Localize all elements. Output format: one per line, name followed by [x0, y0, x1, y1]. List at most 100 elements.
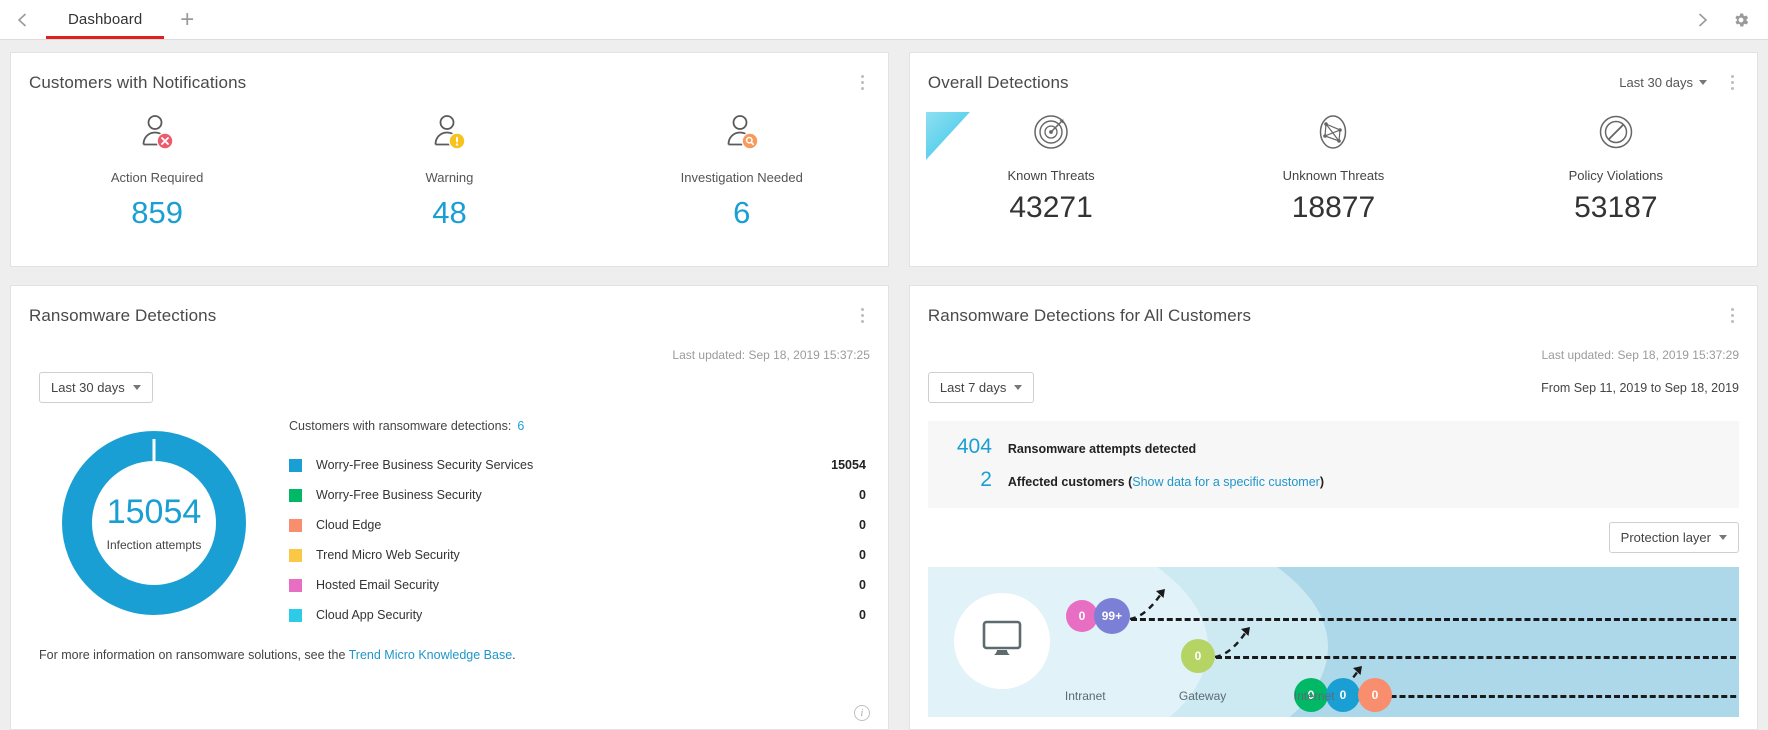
zone-label-gateway: Gateway	[1179, 689, 1226, 703]
all-customers-header-actions	[1725, 306, 1739, 324]
route-arrow-top	[1128, 587, 1174, 632]
all-customers-date-range: From Sep 11, 2019 to Sep 18, 2019	[1541, 381, 1739, 395]
add-tab-button[interactable]: +	[164, 0, 210, 39]
detection-bubble[interactable]: 99+	[1094, 598, 1130, 634]
back-nav-button[interactable]	[0, 0, 46, 39]
protection-layer-dropdown[interactable]: Protection layer	[1609, 522, 1739, 553]
chevron-down-icon	[1719, 535, 1727, 540]
summary-affected-text: Affected customers (	[1008, 475, 1132, 489]
dashboard-row-2: Ransomware Detections Last updated: Sep …	[10, 285, 1758, 730]
detection-bubble[interactable]: 0	[1358, 678, 1392, 712]
ransomware-more-menu-icon[interactable]	[856, 306, 870, 324]
notifications-more-menu-icon[interactable]	[856, 73, 870, 91]
legend-item-label: Cloud App Security	[316, 608, 422, 622]
detection-bubble[interactable]: 0	[1181, 639, 1215, 673]
detection-bubble-value: 99+	[1102, 609, 1122, 623]
legend-item-value: 0	[859, 518, 870, 532]
metric-warning-value: 48	[432, 195, 466, 231]
user-warning-icon	[427, 111, 471, 160]
legend-item[interactable]: Trend Micro Web Security 0	[289, 540, 870, 570]
overall-header-actions: Last 30 days	[1619, 73, 1739, 91]
ransomware-header-actions	[856, 306, 870, 324]
tab-dashboard-label: Dashboard	[68, 11, 142, 28]
legend-color-swatch	[289, 489, 302, 502]
donut-chart[interactable]: 15054 Infection attempts	[56, 425, 252, 621]
customers-with-detections-count: 6	[517, 419, 524, 433]
overall-metrics: Known Threats 43271	[910, 111, 1757, 225]
legend-color-swatch	[289, 579, 302, 592]
legend-item-value: 0	[859, 548, 870, 562]
donut-center-labels: 15054 Infection attempts	[56, 425, 252, 621]
legend-item-label: Hosted Email Security	[316, 578, 439, 592]
detection-bubble-value: 0	[1372, 688, 1379, 702]
gear-icon[interactable]	[1732, 11, 1750, 29]
overall-range-dropdown[interactable]: Last 30 days	[1619, 75, 1707, 90]
summary-attempts-value: 404	[946, 435, 992, 459]
dashboard-board: Customers with Notifications	[0, 40, 1768, 730]
ransomware-footer-text: For more information on ransomware solut…	[11, 630, 888, 662]
metric-unknown-threats[interactable]: Unknown Threats 18877	[1192, 111, 1474, 225]
overall-range-label: Last 30 days	[1619, 75, 1693, 90]
topbar-actions	[1694, 0, 1768, 39]
legend-item-label: Cloud Edge	[316, 518, 381, 532]
ransomware-card-header: Ransomware Detections	[11, 286, 888, 326]
legend-item[interactable]: Worry-Free Business Security Services 15…	[289, 450, 870, 480]
legend-item[interactable]: Worry-Free Business Security 0	[289, 480, 870, 510]
page-title-ransomware-all-customers: Ransomware Detections for All Customers	[928, 306, 1251, 326]
page-title-ransomware-detections: Ransomware Detections	[29, 306, 216, 326]
detection-bubble-value: 0	[1340, 688, 1347, 702]
legend-item-label: Worry-Free Business Security Services	[316, 458, 533, 472]
topbar-spacer	[210, 0, 1694, 39]
show-data-for-specific-customer-link[interactable]: Show data for a specific customer	[1132, 475, 1320, 489]
legend-item-value: 0	[859, 578, 870, 592]
legend-item[interactable]: Cloud Edge 0	[289, 510, 870, 540]
no-entry-icon	[1595, 111, 1637, 158]
ransomware-range-label: Last 30 days	[51, 380, 125, 395]
metric-unknown-threats-value: 18877	[1292, 191, 1375, 225]
ransomware-range-control: Last 30 days	[11, 362, 888, 403]
ransomware-range-dropdown[interactable]: Last 30 days	[39, 372, 153, 403]
desktop-monitor-icon	[978, 617, 1026, 666]
detection-bubble-value: 0	[1195, 649, 1202, 663]
legend-item-value: 0	[859, 488, 870, 502]
tab-strip: Dashboard +	[46, 0, 210, 39]
all-customers-controls: Last 7 days From Sep 11, 2019 to Sep 18,…	[910, 362, 1757, 403]
all-customers-last-updated: Last updated: Sep 18, 2019 15:37:29	[910, 326, 1757, 362]
all-customers-range-dropdown[interactable]: Last 7 days	[928, 372, 1035, 403]
overall-card-header: Overall Detections Last 30 days	[910, 53, 1757, 93]
all-customers-more-menu-icon[interactable]	[1725, 306, 1739, 324]
forward-nav-button[interactable]	[1694, 12, 1710, 28]
metric-investigation-needed-value: 6	[733, 195, 750, 231]
metric-policy-violations[interactable]: Policy Violations 53187	[1475, 111, 1757, 225]
route-arrow-mid	[1213, 625, 1259, 670]
chevron-down-icon	[1699, 80, 1707, 85]
info-icon[interactable]: i	[854, 705, 870, 721]
legend-item[interactable]: Hosted Email Security 0	[289, 570, 870, 600]
summary-affected: 2 Affected customers (Show data for a sp…	[946, 468, 1721, 492]
user-error-icon	[135, 111, 179, 160]
metric-investigation-needed[interactable]: Investigation Needed 6	[596, 111, 888, 231]
legend-item[interactable]: Cloud App Security 0	[289, 600, 870, 630]
metric-action-required[interactable]: Action Required 859	[11, 111, 303, 231]
metric-warning[interactable]: Warning 48	[303, 111, 595, 231]
page-title-overall-detections: Overall Detections	[928, 73, 1069, 93]
chevron-down-icon	[133, 385, 141, 390]
donut-total-value: 15054	[107, 495, 202, 529]
all-customers-range-label: Last 7 days	[940, 380, 1007, 395]
metric-action-required-value: 859	[131, 195, 183, 231]
tab-dashboard[interactable]: Dashboard	[46, 0, 164, 39]
add-tab-label: +	[180, 8, 194, 32]
overall-more-menu-icon[interactable]	[1725, 73, 1739, 91]
legend-color-swatch	[289, 519, 302, 532]
endpoint-node	[954, 593, 1050, 689]
protection-layer-label: Protection layer	[1621, 530, 1711, 545]
metric-policy-violations-value: 53187	[1574, 191, 1657, 225]
notifications-metrics: Action Required 859	[11, 111, 888, 231]
trend-micro-knowledge-base-link[interactable]: Trend Micro Knowledge Base	[349, 648, 513, 662]
metric-known-threats-label: Known Threats	[1007, 168, 1094, 183]
metric-policy-violations-label: Policy Violations	[1569, 168, 1663, 183]
top-tab-bar: Dashboard +	[0, 0, 1768, 40]
dashboard-row-1: Customers with Notifications	[10, 52, 1758, 267]
card-customers-with-notifications: Customers with Notifications	[10, 52, 889, 267]
donut-chart-container: 15054 Infection attempts	[29, 417, 279, 630]
